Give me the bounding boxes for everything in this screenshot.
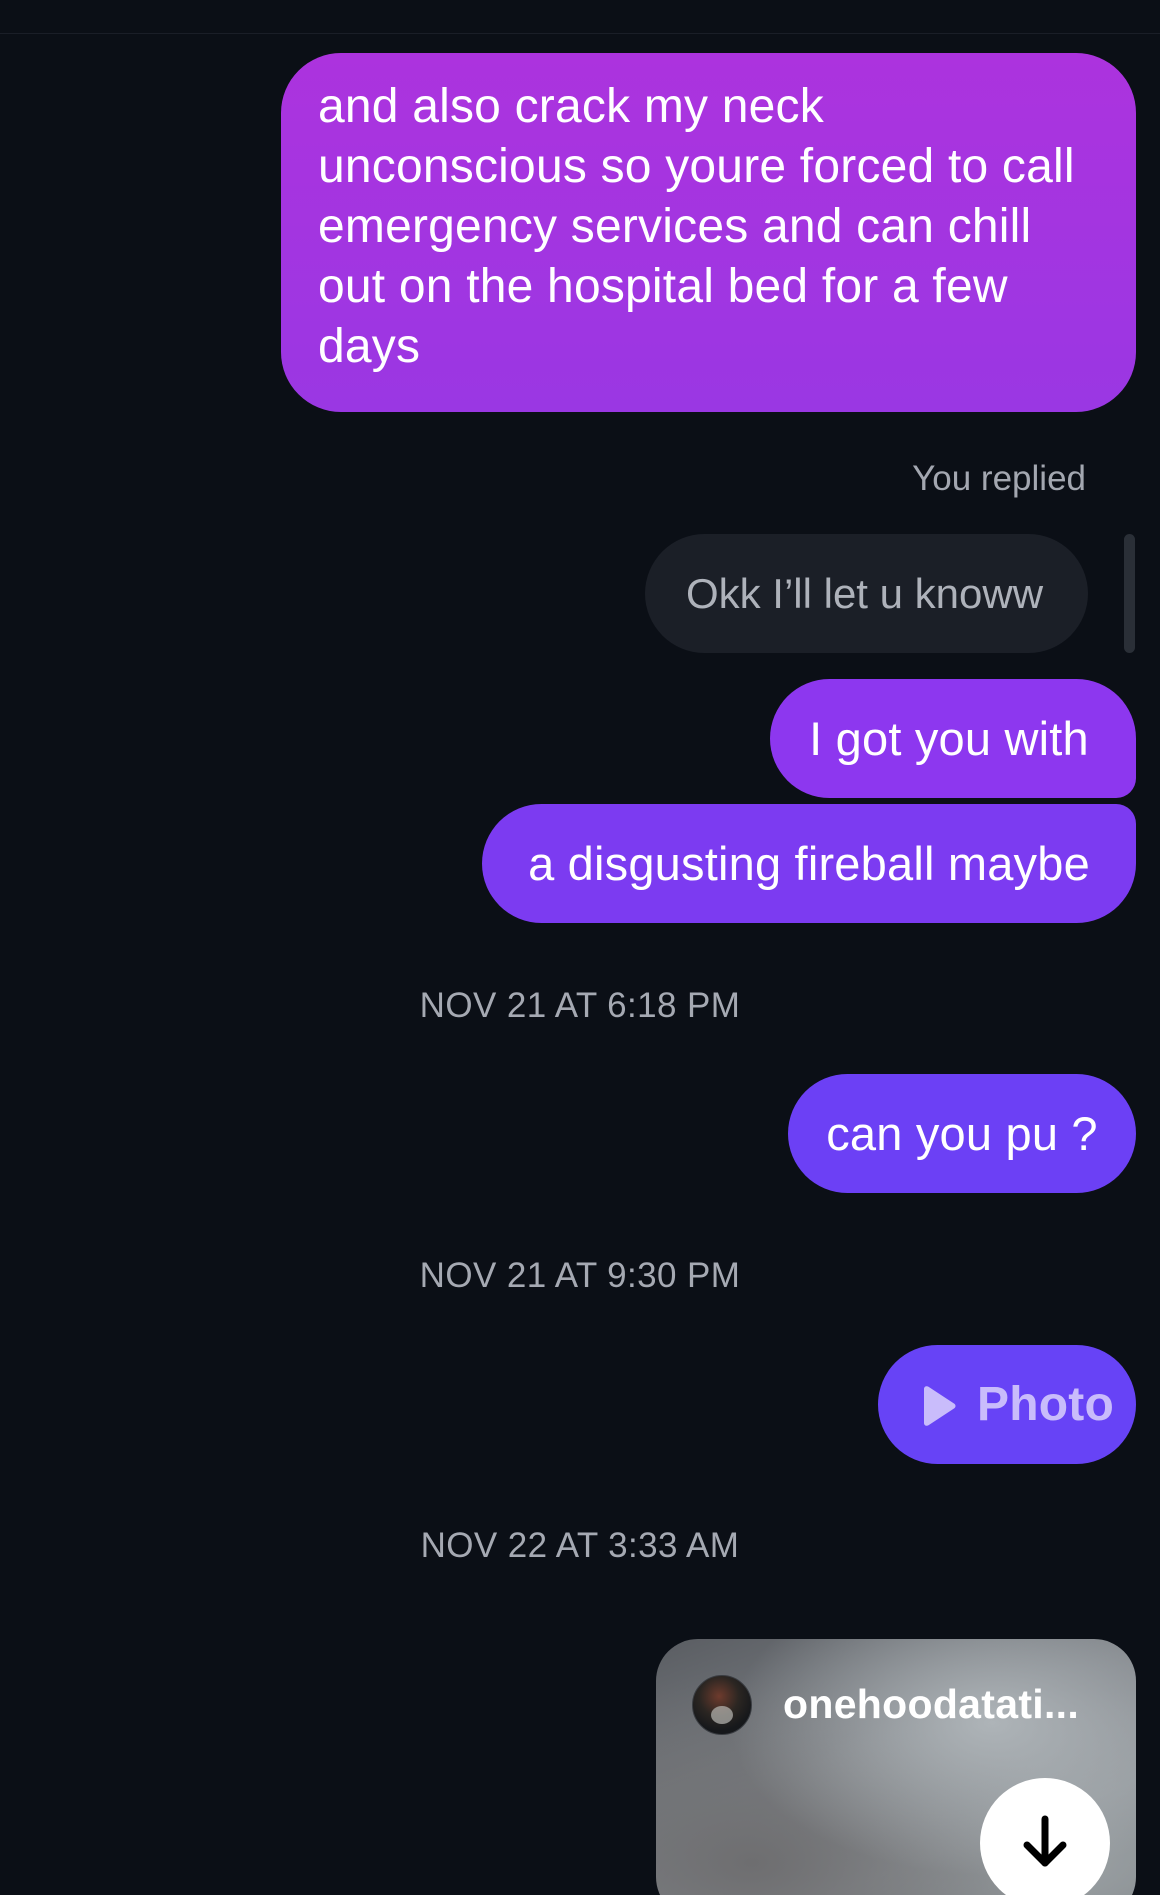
message-timestamp: NOV 22 AT 3:33 AM (420, 1526, 740, 1565)
sent-message-bubble[interactable]: I got you with (770, 679, 1136, 798)
photo-label: Photo (977, 1378, 1114, 1431)
message-line: emergency services and can chill (318, 200, 1032, 253)
sent-message-bubble[interactable]: can you pu ? (788, 1074, 1136, 1193)
reply-label: You replied (912, 459, 1086, 498)
sent-message-bubble[interactable]: and also crack my neck unconscious so yo… (281, 53, 1136, 412)
avatar[interactable] (692, 1675, 752, 1735)
replied-to-message[interactable]: Okk I’ll let u knoww (645, 534, 1088, 653)
message-line: unconscious so youre forced to call (318, 140, 1075, 193)
message-line: out on the hospital bed for a few (318, 260, 1008, 313)
top-divider (0, 33, 1160, 34)
message-line: and also crack my neck (318, 80, 824, 133)
play-icon (924, 1386, 956, 1426)
reply-indicator-bar (1124, 534, 1135, 653)
download-arrow-icon (1023, 1815, 1067, 1867)
shared-post-username[interactable]: onehoodatati... (783, 1675, 1079, 1733)
chat-screen: and also crack my neck unconscious so yo… (0, 0, 1160, 1895)
download-button[interactable] (980, 1778, 1110, 1895)
message-line: days (318, 320, 421, 373)
message-timestamp: NOV 21 AT 6:18 PM (419, 986, 741, 1025)
photo-message-bubble[interactable]: Photo (878, 1345, 1136, 1464)
sent-message-bubble[interactable]: a disgusting fireball maybe (482, 804, 1136, 923)
shared-post-card[interactable]: onehoodatati... (656, 1639, 1136, 1895)
message-timestamp: NOV 21 AT 9:30 PM (419, 1256, 741, 1295)
